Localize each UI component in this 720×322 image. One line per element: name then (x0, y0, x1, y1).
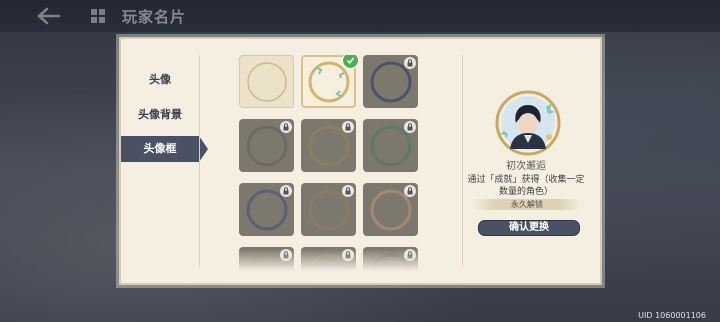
frame-option[interactable] (363, 183, 418, 236)
confirm-change-button[interactable]: 确认更换 (478, 220, 580, 236)
lock-icon (342, 185, 354, 197)
frame-option[interactable] (301, 183, 356, 236)
frame-name: 初次邂逅 (506, 161, 546, 172)
frame-option[interactable] (239, 183, 294, 236)
frame-option[interactable] (239, 55, 294, 108)
lock-icon (342, 121, 354, 133)
frame-option[interactable] (301, 119, 356, 172)
frame-grid (239, 55, 419, 271)
frame-description: 通过「成就」获得（收集一定数量的角色） (467, 175, 585, 197)
avatar-portrait (495, 90, 561, 156)
divider-left (199, 55, 200, 267)
lock-icon (280, 121, 292, 133)
lock-icon (280, 185, 292, 197)
tab-avatar-frame[interactable]: 头像框 (121, 136, 208, 162)
scroll-fade (239, 249, 419, 271)
avatar-frame-dialog: 头像 头像背景 头像框 初次邂逅 通过「成就」获得（收集一定数量的角色） 永久解… (119, 37, 602, 285)
frame-option[interactable] (239, 119, 294, 172)
lock-icon (404, 185, 416, 197)
uid-label: UID 1060001106 (638, 311, 706, 320)
lock-icon (404, 121, 416, 133)
frame-duration: 永久解锁 (473, 199, 581, 210)
tab-avatar[interactable]: 头像 (121, 67, 199, 93)
frame-option[interactable] (363, 55, 418, 108)
frame-ring-icon (246, 61, 287, 102)
check-icon (342, 55, 359, 69)
frame-option[interactable] (363, 119, 418, 172)
frame-option[interactable] (301, 55, 359, 108)
tab-avatar-background[interactable]: 头像背景 (121, 102, 199, 128)
lock-icon (404, 57, 416, 69)
